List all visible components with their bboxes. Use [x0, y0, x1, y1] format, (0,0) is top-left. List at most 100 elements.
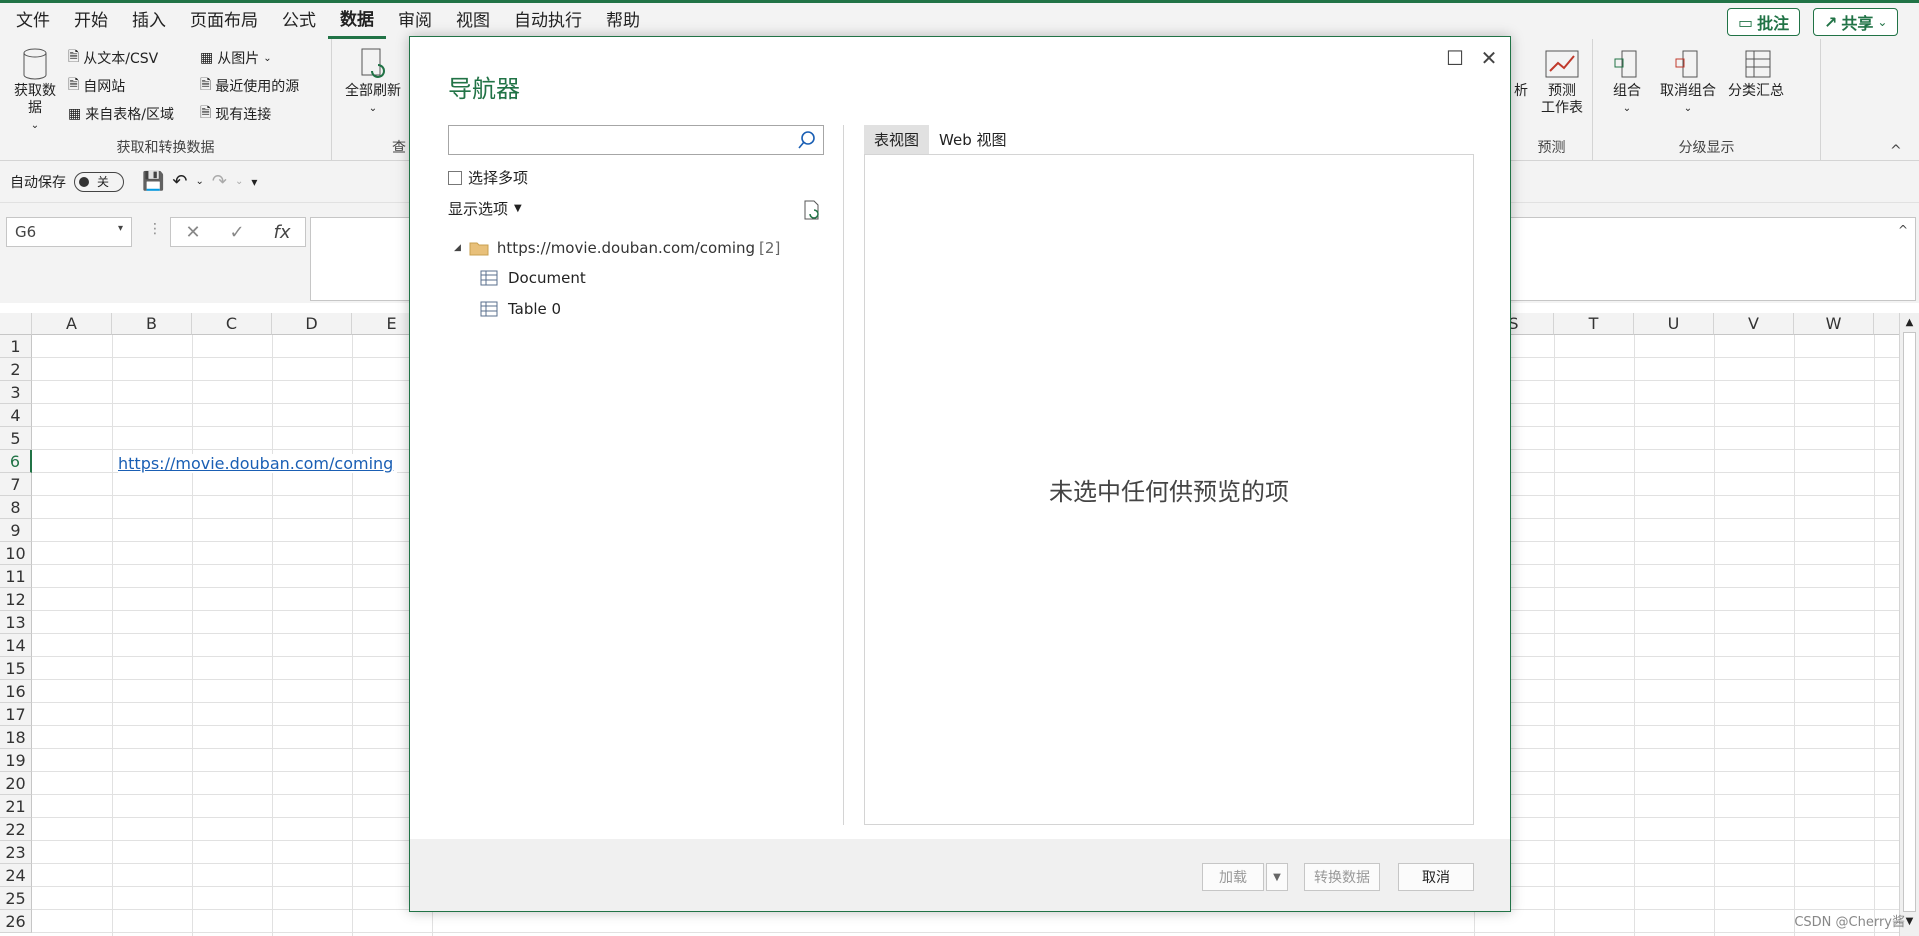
tab-web-view[interactable]: Web 视图	[929, 125, 1016, 154]
load-button[interactable]: 加载	[1202, 863, 1264, 891]
tab-table-view[interactable]: 表视图	[864, 125, 930, 154]
collapse-triangle-icon[interactable]: ◢	[454, 243, 461, 253]
row-header[interactable]: 9	[0, 519, 32, 542]
row-header[interactable]: 26	[0, 910, 32, 933]
select-multiple-checkbox[interactable]	[448, 170, 462, 185]
menu-review[interactable]: 审阅	[386, 3, 444, 39]
cell-b6-hyperlink[interactable]: https://movie.douban.com/coming	[118, 454, 398, 473]
from-web-button[interactable]: 🗎 自网站	[68, 73, 125, 99]
column-header[interactable]: U	[1634, 313, 1714, 335]
dialog-title: 导航器	[448, 75, 520, 103]
row-header[interactable]: 7	[0, 473, 32, 496]
scroll-thumb[interactable]	[1903, 332, 1916, 912]
column-header[interactable]: W	[1794, 313, 1874, 335]
row-header[interactable]: 11	[0, 565, 32, 588]
share-button[interactable]: ↗ 共享 ⌄	[1813, 8, 1899, 36]
from-picture-button[interactable]: ▦ 从图片 ⌄	[200, 45, 272, 71]
customize-qat-icon[interactable]: ▾	[251, 175, 257, 189]
redo-icon[interactable]: ↷	[212, 171, 227, 192]
column-header[interactable]: V	[1714, 313, 1794, 335]
confirm-formula-icon[interactable]: ✓	[230, 222, 245, 243]
search-field[interactable]	[449, 126, 789, 154]
collapse-ribbon-icon[interactable]: ^	[1890, 143, 1902, 159]
menu-help[interactable]: 帮助	[594, 3, 652, 39]
row-header[interactable]: 13	[0, 611, 32, 634]
row-header[interactable]: 24	[0, 864, 32, 887]
row-header[interactable]: 17	[0, 703, 32, 726]
subtotal-button[interactable]: 分类汇总	[1723, 47, 1789, 100]
row-header[interactable]: 14	[0, 634, 32, 657]
undo-icon[interactable]: ↶	[172, 171, 187, 192]
scroll-up-icon[interactable]: ▲	[1900, 317, 1919, 328]
menu-home[interactable]: 开始	[62, 3, 120, 39]
row-header[interactable]: 20	[0, 772, 32, 795]
row-header[interactable]: 3	[0, 381, 32, 404]
tree-item-table-0[interactable]: Table 0	[480, 300, 561, 318]
menu-formulas[interactable]: 公式	[270, 3, 328, 39]
search-input[interactable]	[448, 125, 824, 155]
close-icon[interactable]: ✕	[1474, 43, 1504, 73]
row-header[interactable]: 4	[0, 404, 32, 427]
comment-button[interactable]: ▭ 批注	[1727, 8, 1801, 36]
ungroup-button[interactable]: 取消组合 ⌄	[1655, 47, 1721, 117]
row-header[interactable]: 25	[0, 887, 32, 910]
row-header[interactable]: 18	[0, 726, 32, 749]
insert-function-icon[interactable]: fx	[274, 222, 291, 243]
column-header[interactable]: C	[192, 313, 272, 335]
column-header[interactable]: B	[112, 313, 192, 335]
row-header[interactable]: 6	[0, 450, 32, 473]
row-header[interactable]: 19	[0, 749, 32, 772]
menu-data[interactable]: 数据	[328, 4, 386, 39]
existing-connections-button[interactable]: 🗎 现有连接	[200, 101, 271, 127]
menu-page-layout[interactable]: 页面布局	[178, 3, 270, 39]
collapse-formula-icon[interactable]: ^	[1898, 223, 1908, 237]
cancel-formula-icon[interactable]: ✕	[185, 222, 200, 243]
menu-file[interactable]: 文件	[4, 3, 62, 39]
column-header[interactable]: T	[1554, 313, 1634, 335]
row-header[interactable]: 15	[0, 657, 32, 680]
row-header[interactable]: 2	[0, 358, 32, 381]
search-icon[interactable]	[797, 130, 817, 150]
menu-view[interactable]: 视图	[444, 3, 502, 39]
row-header[interactable]: 5	[0, 427, 32, 450]
row-header[interactable]: 1	[0, 335, 32, 358]
select-all-corner[interactable]	[0, 313, 32, 335]
vertical-scrollbar[interactable]: ▲ ▼	[1899, 313, 1919, 936]
pane-divider[interactable]	[843, 125, 844, 825]
display-options-dropdown[interactable]: 显示选项 ▼	[448, 198, 522, 219]
what-if-analysis-button[interactable]: 析	[1511, 47, 1531, 100]
menu-insert[interactable]: 插入	[120, 3, 178, 39]
column-header[interactable]: A	[32, 313, 112, 335]
transform-data-button[interactable]: 转换数据	[1304, 863, 1380, 891]
from-table-button[interactable]: ▦ 来自表格/区域	[68, 101, 174, 127]
menu-automate[interactable]: 自动执行	[502, 3, 594, 39]
refresh-document-icon[interactable]	[802, 199, 822, 221]
recent-sources-button[interactable]: 🗎 最近使用的源	[200, 73, 299, 99]
load-dropdown-button[interactable]: ▼	[1266, 863, 1288, 891]
save-icon[interactable]: 💾	[142, 171, 164, 192]
row-header[interactable]: 10	[0, 542, 32, 565]
row-header[interactable]: 21	[0, 795, 32, 818]
resize-handle-icon[interactable]: ⋮	[148, 221, 162, 237]
autosave-toggle[interactable]: 关	[74, 171, 124, 192]
row-header[interactable]: 12	[0, 588, 32, 611]
row-header[interactable]: 16	[0, 680, 32, 703]
row-header[interactable]: 23	[0, 841, 32, 864]
chevron-down-icon[interactable]: ⌄	[235, 176, 243, 187]
get-data-button[interactable]: 获取数 据 ⌄	[10, 47, 60, 134]
column-header[interactable]: D	[272, 313, 352, 335]
tree-root-node[interactable]: ◢ https://movie.douban.com/coming [2]	[454, 239, 780, 257]
row-header[interactable]: 8	[0, 496, 32, 519]
group-button[interactable]: 组合 ⌄	[1607, 47, 1647, 117]
row-header[interactable]: 22	[0, 818, 32, 841]
forecast-sheet-button[interactable]: 预测 工作表	[1533, 47, 1591, 117]
tree-item-document[interactable]: Document	[480, 269, 586, 287]
cancel-button[interactable]: 取消	[1398, 863, 1474, 891]
clock-icon: 🗎	[200, 77, 212, 93]
refresh-all-button[interactable]: 全部刷新 ⌄	[338, 47, 408, 117]
name-box[interactable]: G6 ▾	[6, 217, 132, 247]
chevron-down-icon[interactable]: ⌄	[196, 176, 204, 187]
select-multiple-option[interactable]: 选择多项	[448, 167, 528, 188]
from-text-csv-button[interactable]: 🗎 从文本/CSV	[68, 45, 158, 71]
maximize-icon[interactable]: ☐	[1440, 43, 1470, 73]
